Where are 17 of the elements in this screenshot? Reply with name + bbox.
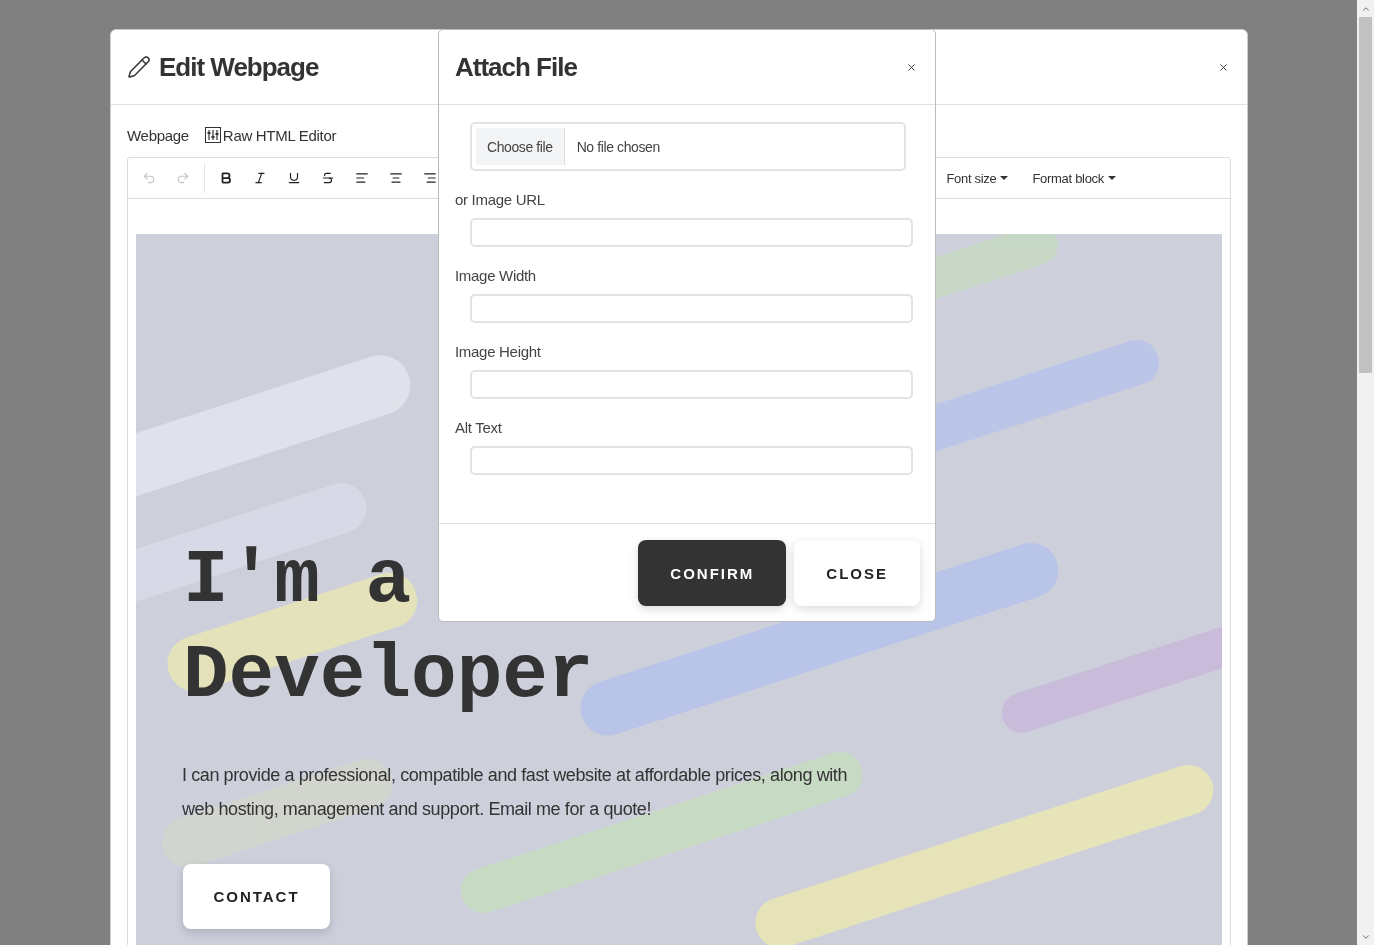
- file-status: No file chosen: [576, 138, 660, 155]
- editor-mode-link[interactable]: Webpage: [127, 126, 189, 144]
- file-input[interactable]: Choose file No file chosen: [470, 122, 906, 171]
- close-button[interactable]: CLOSE: [794, 540, 920, 606]
- toolbar-dropdown[interactable]: Format block: [1020, 170, 1128, 186]
- field-label: Image Width: [455, 267, 537, 284]
- dialog-title: Attach File: [455, 51, 577, 83]
- contact-button[interactable]: CONTACT: [183, 864, 330, 929]
- field-label: or Image URL: [455, 191, 546, 208]
- field-label: Image Height: [455, 343, 542, 360]
- confirm-button[interactable]: CONFIRM: [638, 540, 787, 606]
- editor-mode-link[interactable]: Raw HTML Editor: [222, 126, 337, 144]
- hero-paragraph: I can provide a professional, compatible and fast website at affordable prices, along with web hosting, management and support. Email me for a quote!: [182, 764, 849, 821]
- hero-heading: I'm a Developer: [183, 537, 594, 721]
- choose-file-button[interactable]: Choose file: [476, 128, 565, 165]
- dialog-title: Edit Webpage: [159, 51, 319, 83]
- field-label: Alt Text: [455, 419, 503, 436]
